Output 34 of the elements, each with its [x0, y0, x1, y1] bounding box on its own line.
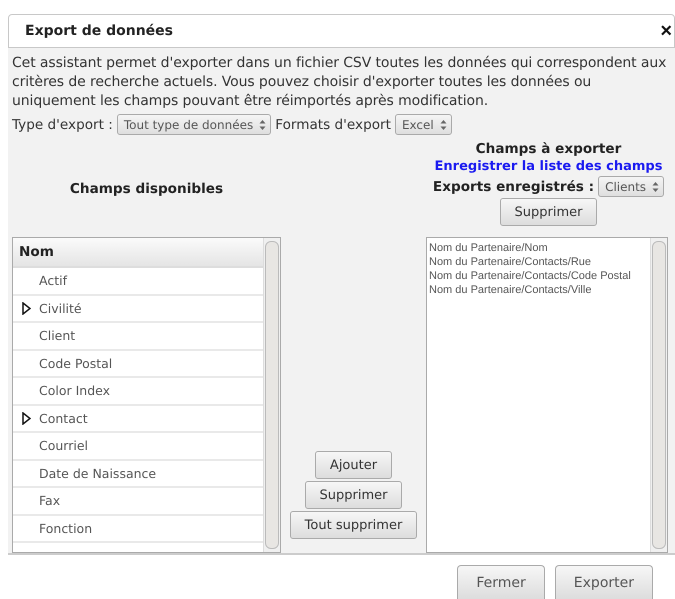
field-row[interactable]: Civilité: [13, 296, 263, 323]
transfer-button[interactable]: Ajouter: [314, 451, 392, 479]
export-field-item[interactable]: Nom du Partenaire/Contacts/Code Postal: [429, 269, 648, 283]
description-text: Cet assistant permet d'exporter dans un fichier CSV toutes les données qui correspondent aux critères de recherche actuels. Vous pouvez choisir d'exporter toutes les données ou uniquement les champs pouvant être réimportés après modification.: [12, 54, 668, 111]
saved-exports-label: Exports enregistrés :: [432, 178, 594, 194]
scrollbar[interactable]: [650, 238, 667, 552]
spinner-arrows-icon: [652, 180, 660, 192]
transfer-button[interactable]: Tout supprimer: [290, 511, 418, 539]
expander-icon[interactable]: [22, 412, 30, 425]
transfer-button[interactable]: Supprimer: [304, 481, 402, 509]
scrollbar-thumb[interactable]: [265, 241, 279, 549]
footer-button[interactable]: Exporter: [554, 565, 653, 599]
export-fields-heading: Champs à exporter: [476, 141, 622, 158]
export-field-item[interactable]: Nom du Partenaire/Nom: [429, 241, 648, 255]
scrollbar[interactable]: [263, 238, 280, 552]
save-list-link[interactable]: Enregistrer la liste des champs: [434, 158, 662, 175]
spinner-arrows-icon: [259, 118, 266, 130]
spinner-arrows-icon: [440, 118, 447, 130]
footer-button[interactable]: Fermer: [457, 565, 545, 599]
close-button[interactable]: ×: [658, 21, 674, 41]
dialog-title: Export de données: [25, 23, 173, 39]
scrollbar-thumb[interactable]: [652, 241, 666, 549]
export-type-select[interactable]: Tout type de données: [116, 114, 272, 135]
delete-saved-button[interactable]: Supprimer: [500, 198, 598, 226]
export-type-label: Type d'export :: [12, 116, 113, 132]
export-field-item[interactable]: Nom du Partenaire/Contacts/Rue: [429, 255, 648, 269]
column-header[interactable]: Nom: [13, 238, 263, 268]
saved-exports-select[interactable]: Clients: [598, 176, 664, 197]
available-fields-heading: Champs disponibles: [70, 181, 224, 197]
expander-icon[interactable]: [22, 302, 30, 315]
field-row[interactable]: Contact: [13, 406, 263, 433]
export-field-item[interactable]: Nom du Partenaire/Contacts/Ville: [429, 283, 648, 297]
export-format-select[interactable]: Excel: [394, 114, 452, 135]
export-format-label: Formats d'export: [275, 116, 391, 132]
